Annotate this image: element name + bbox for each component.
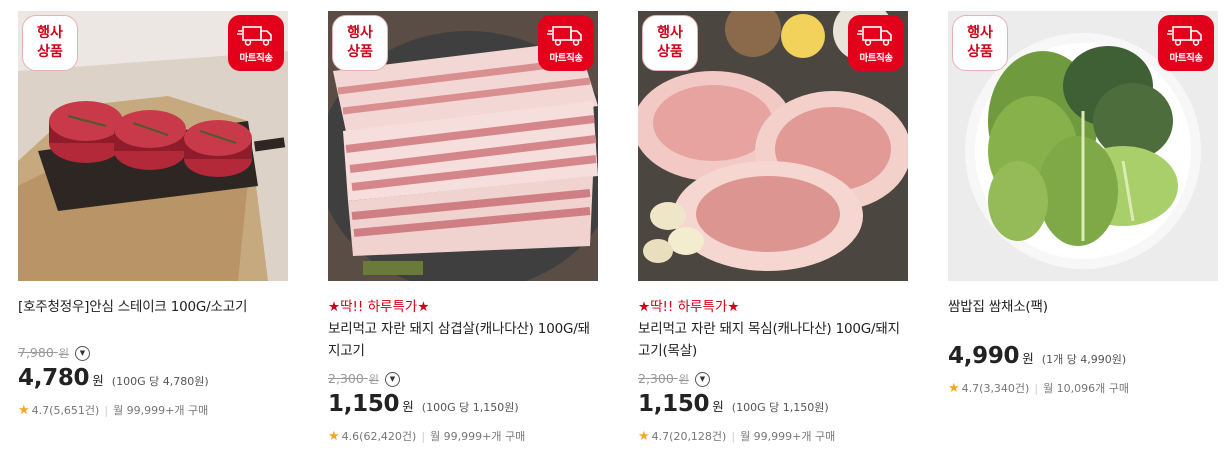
mart-delivery-badge: 마트직송	[538, 15, 594, 71]
product-title[interactable]: 보리먹고 자란 돼지 삼겹살(캐나다산) 100G/돼지고기	[328, 318, 598, 362]
currency-unit: 원	[712, 399, 724, 414]
original-price: 2,300 원	[328, 371, 379, 386]
purchase-count: 월 10,096개 구매	[1043, 382, 1130, 395]
purchase-count: 월 99,999+개 구매	[430, 430, 526, 443]
star-icon: ★	[328, 428, 340, 444]
chevron-down-icon[interactable]: ▼	[694, 371, 710, 387]
star-icon: ★	[948, 380, 960, 396]
mart-delivery-badge: 마트직송	[1158, 15, 1214, 71]
unit-price: (100G 당 4,780원)	[111, 375, 209, 388]
sale-price: 1,150	[328, 391, 400, 417]
delivery-truck-icon	[1167, 25, 1202, 46]
star-icon: ★	[18, 402, 30, 418]
event-product-badge: 행사 상품	[642, 15, 698, 71]
currency-unit: 원	[92, 373, 104, 388]
rating: 4.6(62,420건)	[341, 430, 417, 443]
star-icon: ★	[638, 428, 650, 444]
divider: |	[731, 429, 736, 443]
product-card[interactable]: 행사 상품 마트직송 ★딱!! 하루특가★ 보리먹고 자란 돼지 삼겹살(캐나다…	[328, 11, 598, 461]
delivery-truck-icon	[857, 25, 892, 46]
currency-unit: 원	[402, 399, 414, 414]
sale-price: 1,150	[638, 391, 710, 417]
mart-delivery-badge: 마트직송	[848, 15, 904, 71]
currency-unit: 원	[1022, 351, 1034, 366]
product-image[interactable]: 행사 상품 마트직송	[638, 11, 908, 281]
divider: |	[104, 403, 109, 417]
unit-price: (100G 당 1,150원)	[421, 401, 519, 414]
product-card[interactable]: 행사 상품 마트직송 쌈밥집 쌈채소(팩) 4,990 원 (1개 당 4,99…	[948, 11, 1218, 461]
mart-delivery-badge: 마트직송	[228, 15, 284, 71]
purchase-count: 월 99,999+개 구매	[113, 404, 209, 417]
delivery-truck-icon	[237, 25, 272, 46]
sale-price: 4,780	[18, 365, 90, 391]
product-image[interactable]: 행사 상품 마트직송	[18, 11, 288, 281]
original-price: 2,300 원	[638, 371, 689, 386]
product-title[interactable]: 쌈밥집 쌈채소(팩)	[948, 296, 1218, 318]
product-title[interactable]: 보리먹고 자란 돼지 목심(캐나다산) 100G/돼지고기(목살)	[638, 318, 908, 362]
rating: 4.7(20,128건)	[651, 430, 727, 443]
product-card[interactable]: 행사 상품 마트직송 ★딱!! 하루특가★ 보리먹고 자란 돼지 목심(캐나다산…	[638, 11, 908, 461]
product-grid: 행사 상품 마트직송 [호주청정우]안심 스테이크 100G/소고기 7,980…	[18, 11, 1218, 461]
promo-label: ★딱!! 하루특가★	[328, 299, 430, 315]
original-price: 7,980 원	[18, 345, 69, 360]
event-product-badge: 행사 상품	[952, 15, 1008, 71]
sale-price: 4,990	[948, 343, 1020, 369]
event-product-badge: 행사 상품	[332, 15, 388, 71]
product-card[interactable]: 행사 상품 마트직송 [호주청정우]안심 스테이크 100G/소고기 7,980…	[18, 11, 288, 461]
delivery-truck-icon	[547, 25, 582, 46]
rating: 4.7(5,651건)	[31, 404, 100, 417]
product-image[interactable]: 행사 상품 마트직송	[948, 11, 1218, 281]
product-title[interactable]: [호주청정우]안심 스테이크 100G/소고기	[18, 296, 288, 318]
purchase-count: 월 99,999+개 구매	[740, 430, 836, 443]
product-image[interactable]: 행사 상품 마트직송	[328, 11, 598, 281]
rating: 4.7(3,340건)	[961, 382, 1030, 395]
chevron-down-icon[interactable]: ▼	[384, 371, 400, 387]
event-product-badge: 행사 상품	[22, 15, 78, 71]
divider: |	[421, 429, 426, 443]
chevron-down-icon[interactable]: ▼	[74, 345, 90, 361]
unit-price: (1개 당 4,990원)	[1041, 353, 1127, 366]
unit-price: (100G 당 1,150원)	[731, 401, 829, 414]
promo-label: ★딱!! 하루특가★	[638, 299, 740, 315]
divider: |	[1034, 381, 1039, 395]
